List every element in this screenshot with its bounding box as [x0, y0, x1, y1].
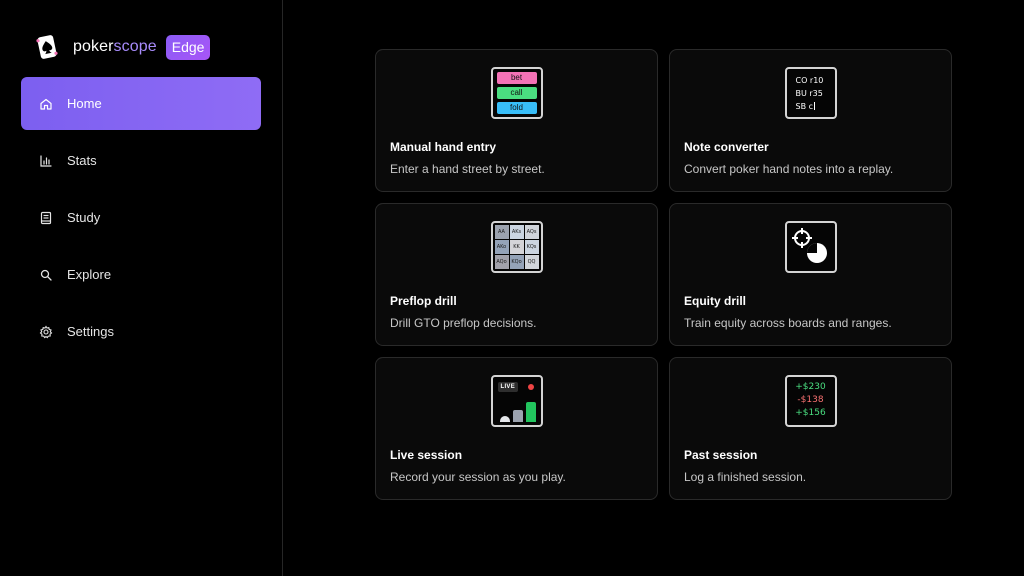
range-cell: AA [494, 225, 509, 239]
note-lines: CO r10 BU r35 SB c [796, 74, 824, 113]
results-list-icon: +$230 -$138 +$156 [784, 375, 837, 427]
card-description: Train equity across boards and ranges. [684, 316, 892, 330]
sidebar: poker scope Edge Home Stats Study Explor… [0, 0, 283, 576]
live-indicator-dot [527, 384, 534, 390]
range-cell: QQ [524, 255, 539, 269]
card-live-session[interactable]: LIVE Live session Record your session as… [375, 357, 658, 500]
sidebar-item-label: Study [67, 210, 101, 225]
card-note-converter[interactable]: CO r10 BU r35 SB c Note converter Conver… [669, 49, 952, 192]
card-title: Past session [684, 448, 758, 462]
range-cell: AQs [524, 225, 539, 239]
card-description: Convert poker hand notes into a replay. [684, 162, 894, 176]
brand-name-part1: poker [73, 38, 114, 55]
card-title: Live session [390, 448, 463, 462]
note-line: SB c [795, 102, 814, 111]
results-list: +$230 -$138 +$156 [787, 381, 835, 420]
sidebar-item-stats[interactable]: Stats [21, 134, 261, 187]
crosshair-pie-graphic [791, 228, 827, 263]
live-tag: LIVE [497, 382, 519, 392]
card-past-session[interactable]: +$230 -$138 +$156 Past session Log a fin… [669, 357, 952, 500]
bar-medium [512, 410, 523, 422]
live-bars-icon: LIVE [490, 375, 543, 427]
range-cell: AKo [494, 240, 509, 254]
crosshair-pie-icon [784, 221, 837, 273]
bar-chart-icon [39, 154, 53, 168]
card-equity-drill[interactable]: Equity drill Train equity across boards … [669, 203, 952, 346]
gear-icon [39, 325, 53, 339]
note-line-last: SB c [796, 100, 824, 113]
brand[interactable]: poker scope Edge [33, 33, 211, 61]
sidebar-item-label: Stats [67, 153, 97, 168]
note-line: CO r10 [795, 76, 824, 85]
sidebar-item-explore[interactable]: Explore [21, 248, 261, 301]
card-description: Drill GTO preflop decisions. [390, 316, 537, 330]
action-pills-icon: bet call fold [490, 67, 543, 119]
result-positive: +$230 [795, 382, 826, 392]
bar-large [525, 402, 536, 422]
sidebar-item-study[interactable]: Study [21, 191, 261, 244]
sidebar-item-settings[interactable]: Settings [21, 305, 261, 358]
card-title: Preflop drill [390, 294, 457, 308]
range-cell: KK [509, 240, 524, 254]
range-grid: AA AKs AQs AKo KK KQs AQo KQo QQ [494, 225, 539, 269]
card-description: Record your session as you play. [390, 470, 566, 484]
sidebar-item-label: Home [67, 96, 102, 111]
sidebar-item-home[interactable]: Home [21, 77, 261, 130]
range-cell: AKs [509, 225, 524, 239]
bar-small [499, 416, 510, 422]
result-positive: +$156 [795, 408, 826, 418]
range-cell: KQo [509, 255, 524, 269]
range-cell: AQo [494, 255, 509, 269]
home-icon [39, 97, 53, 111]
sidebar-item-label: Explore [67, 267, 112, 282]
card-description: Log a finished session. [684, 470, 807, 484]
card-title: Manual hand entry [390, 140, 497, 154]
spade-card-logo-icon [36, 35, 58, 59]
pill-call: call [496, 87, 537, 99]
search-icon [39, 268, 53, 282]
edge-badge: Edge [165, 34, 211, 60]
card-title: Note converter [684, 140, 769, 154]
app-root: poker scope Edge Home Stats Study Explor… [0, 0, 1024, 576]
feature-cards-grid: bet call fold Manual hand entry Enter a … [375, 49, 952, 500]
card-preflop-drill[interactable]: AA AKs AQs AKo KK KQs AQo KQo QQ Preflop… [375, 203, 658, 346]
range-grid-icon: AA AKs AQs AKo KK KQs AQo KQo QQ [490, 221, 543, 273]
text-caret [814, 102, 816, 110]
sidebar-nav: Home Stats Study Explore Settings [21, 77, 261, 362]
range-cell: KQs [524, 240, 539, 254]
card-description: Enter a hand street by street. [390, 162, 545, 176]
result-negative: -$138 [797, 395, 824, 405]
card-manual-hand-entry[interactable]: bet call fold Manual hand entry Enter a … [375, 49, 658, 192]
notes-text-icon: CO r10 BU r35 SB c [784, 67, 837, 119]
sidebar-item-label: Settings [67, 324, 114, 339]
card-title: Equity drill [684, 294, 747, 308]
pill-fold: fold [496, 102, 537, 114]
note-line: BU r35 [795, 89, 823, 98]
book-icon [39, 211, 53, 225]
brand-name: poker scope [73, 38, 157, 56]
brand-name-part2: scope [113, 38, 157, 55]
pill-bet: bet [496, 72, 537, 84]
